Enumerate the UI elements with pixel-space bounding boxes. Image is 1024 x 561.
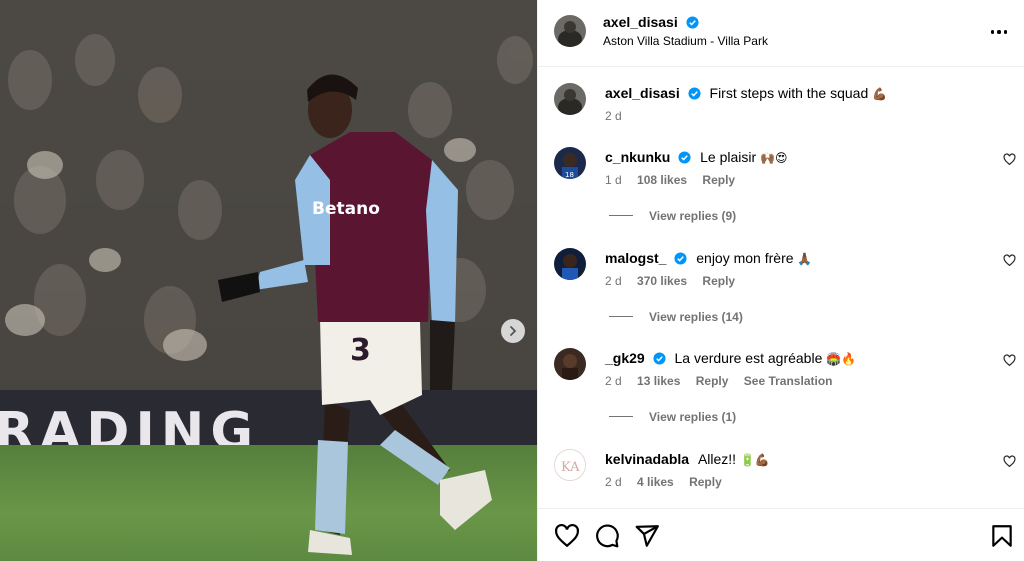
- view-replies-button[interactable]: View replies (14): [609, 310, 743, 324]
- comment-username[interactable]: kelvinadabla: [605, 451, 689, 467]
- comment-icon[interactable]: [594, 523, 620, 549]
- share-icon[interactable]: [634, 523, 660, 549]
- bookmark-icon[interactable]: [989, 523, 1015, 549]
- reply-button[interactable]: Reply: [702, 274, 735, 288]
- like-comment-heart-icon[interactable]: [1003, 153, 1016, 166]
- post-details-panel: axel_disasi Aston Villa Stadium - Villa …: [537, 0, 1024, 561]
- verified-badge-icon: [653, 352, 666, 365]
- reply-button[interactable]: Reply: [702, 173, 735, 187]
- svg-text:18: 18: [565, 171, 574, 179]
- comment-username[interactable]: malogst_: [605, 250, 666, 266]
- like-comment-heart-icon[interactable]: [1003, 254, 1016, 267]
- reply-button[interactable]: Reply: [696, 374, 729, 388]
- caption-username[interactable]: axel_disasi: [605, 85, 680, 101]
- comment-likes[interactable]: 108 likes: [637, 173, 687, 187]
- verified-badge-icon: [674, 252, 687, 265]
- comment-age: 2 d: [605, 274, 622, 288]
- comment-emoji: 🙏🏾: [797, 252, 813, 266]
- commenter-avatar[interactable]: 18: [554, 147, 586, 179]
- divider-dash: [609, 215, 633, 216]
- more-horizontal-icon: [990, 30, 995, 34]
- author-avatar[interactable]: [554, 15, 586, 47]
- comment-username[interactable]: _gk29: [605, 350, 645, 366]
- post-action-bar: [538, 508, 1024, 561]
- caption-text: First steps with the squad: [709, 85, 869, 101]
- verified-badge-icon: [678, 151, 691, 164]
- comment-likes[interactable]: 370 likes: [637, 274, 687, 288]
- next-photo-button[interactable]: [501, 319, 525, 343]
- post-photo: RADING 3 Betano: [0, 0, 537, 561]
- like-comment-heart-icon[interactable]: [1003, 354, 1016, 367]
- caption-age: 2 d: [605, 109, 622, 123]
- svg-text:KA: KA: [561, 460, 580, 475]
- commenter-avatar[interactable]: KA: [554, 449, 586, 481]
- commenter-avatar[interactable]: [554, 248, 586, 280]
- comment-username[interactable]: c_nkunku: [605, 149, 670, 165]
- comment-age: 2 d: [605, 475, 622, 489]
- author-avatar[interactable]: [554, 83, 586, 115]
- comment-likes[interactable]: 13 likes: [637, 374, 680, 388]
- svg-text:3: 3: [350, 333, 371, 368]
- post-header: axel_disasi Aston Villa Stadium - Villa …: [538, 0, 1024, 67]
- reply-button[interactable]: Reply: [689, 475, 722, 489]
- more-options-button[interactable]: [987, 22, 1011, 42]
- heart-icon[interactable]: [554, 523, 580, 549]
- svg-text:Betano: Betano: [312, 199, 380, 219]
- post-location[interactable]: Aston Villa Stadium - Villa Park: [603, 34, 768, 48]
- comment-text: Allez!!: [697, 451, 737, 467]
- author-username[interactable]: axel_disasi: [603, 14, 678, 30]
- player-figure: 3 Betano: [218, 74, 492, 555]
- like-comment-heart-icon[interactable]: [1003, 455, 1016, 468]
- divider-dash: [609, 416, 633, 417]
- commenter-avatar[interactable]: [554, 348, 586, 380]
- comment-text: La verdure est agréable: [674, 350, 823, 366]
- caption-emoji: 💪🏾: [872, 87, 888, 101]
- comment-age: 2 d: [605, 374, 622, 388]
- comment-text: Le plaisir: [700, 149, 757, 165]
- view-replies-button[interactable]: View replies (9): [609, 209, 736, 223]
- comment-emoji: 🔋💪🏾: [739, 453, 770, 467]
- comment-age: 1 d: [605, 173, 622, 187]
- chevron-right-icon: [510, 326, 517, 336]
- comment-text: enjoy mon frère: [696, 250, 794, 266]
- divider-dash: [609, 316, 633, 317]
- see-translation-button[interactable]: See Translation: [744, 374, 833, 388]
- view-replies-button[interactable]: View replies (1): [609, 410, 736, 424]
- comment-emoji: 🏟️🔥: [826, 352, 857, 366]
- verified-badge-icon: [686, 16, 699, 29]
- comment-likes[interactable]: 4 likes: [637, 475, 674, 489]
- verified-badge-icon: [688, 87, 701, 100]
- comment-emoji: 🙌🏾😍: [760, 151, 788, 165]
